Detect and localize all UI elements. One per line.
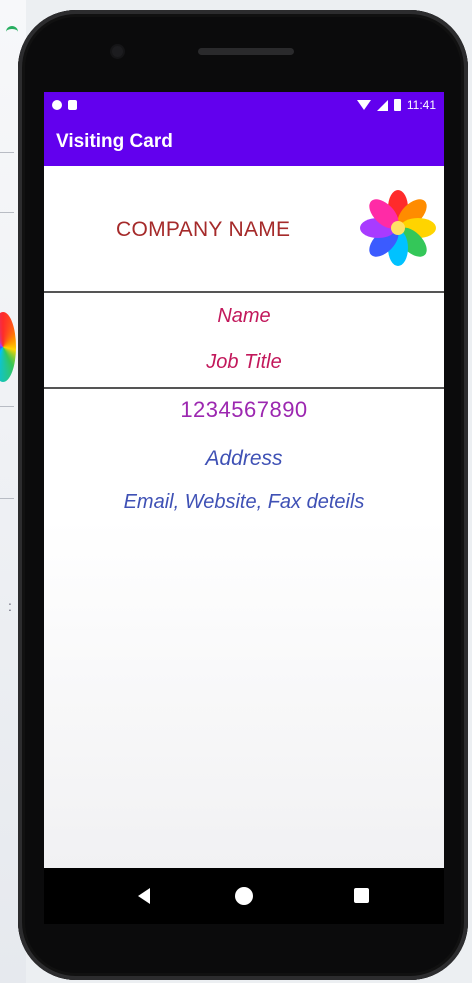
phone-frame: 11:41 Visiting Card COMPANY NAME Name Jo…: [18, 10, 468, 980]
navigation-bar: [44, 868, 444, 924]
wifi-icon: [356, 100, 371, 110]
run-arrow-icon: [6, 26, 18, 37]
company-name: COMPANY NAME: [116, 218, 291, 241]
flower-preview-icon: [0, 312, 16, 382]
app-bar: Visiting Card: [44, 118, 444, 166]
camera-icon: [112, 46, 123, 57]
company-section: COMPANY NAME: [44, 166, 444, 291]
address: Address: [205, 447, 283, 470]
divider: [0, 212, 14, 213]
background-colon: :: [8, 598, 12, 614]
app-title: Visiting Card: [56, 131, 173, 152]
divider: [0, 498, 14, 499]
flower-logo-icon: [360, 190, 436, 266]
home-icon[interactable]: [235, 887, 253, 905]
contact-details: Email, Website, Fax deteils: [123, 491, 365, 513]
settings-circle-icon: [52, 100, 62, 110]
person-name: Name: [217, 305, 271, 327]
device-screen: 11:41 Visiting Card COMPANY NAME Name Jo…: [44, 92, 444, 868]
battery-icon: [393, 99, 401, 111]
recents-icon[interactable]: [354, 888, 369, 903]
status-bar: 11:41: [44, 92, 444, 118]
sd-card-icon: [68, 100, 77, 110]
phone-number: 1234567890: [180, 397, 308, 422]
speaker-grille: [198, 48, 294, 55]
contact-section: 1234567890 Address Email, Website, Fax d…: [44, 389, 444, 589]
job-title: Job Title: [206, 351, 282, 373]
divider: [0, 152, 14, 153]
status-time: 11:41: [406, 98, 436, 112]
person-section: Name Job Title: [44, 293, 444, 387]
back-icon[interactable]: [138, 888, 150, 904]
divider: [0, 406, 14, 407]
signal-icon: [376, 99, 388, 111]
